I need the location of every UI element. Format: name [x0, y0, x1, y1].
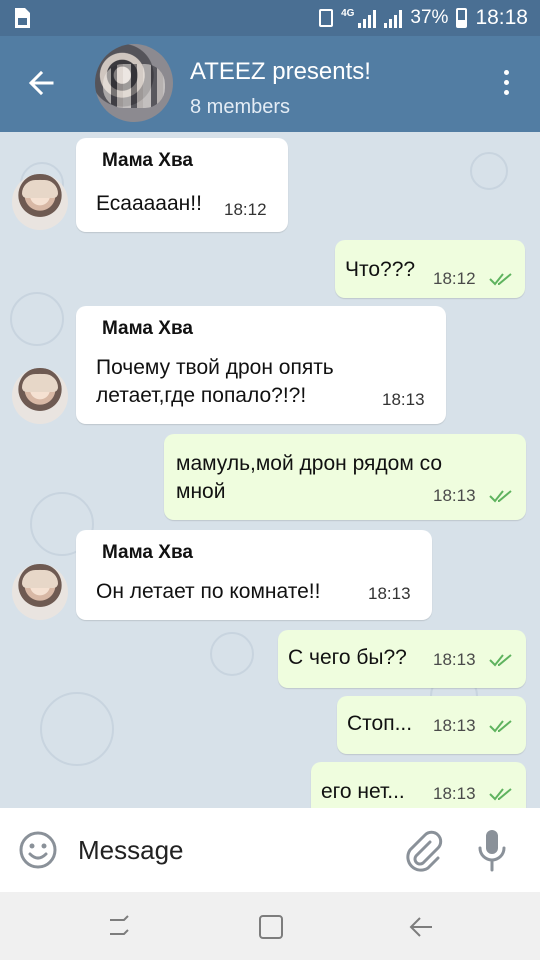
battery-percent: 37% — [410, 7, 449, 28]
signal-icon — [358, 8, 377, 28]
system-navigation-bar — [0, 892, 540, 960]
emoji-icon[interactable] — [18, 830, 58, 870]
message-list[interactable]: Мама Хва Есааааан!! 18:12 Что??? 18:12 М… — [0, 132, 540, 808]
sender-avatar[interactable] — [12, 174, 68, 230]
read-checkmarks-icon — [489, 788, 512, 801]
message-time: 18:12 — [433, 269, 476, 288]
background-doodle — [10, 292, 64, 346]
more-options-icon[interactable] — [500, 70, 512, 98]
outgoing-message[interactable]: С чего бы?? 18:13 — [278, 630, 526, 688]
home-icon[interactable] — [256, 912, 286, 942]
network-type: 4G — [341, 7, 355, 19]
sim-card-icon — [15, 8, 30, 28]
read-checkmarks-icon — [489, 720, 512, 733]
member-count[interactable]: 8 members — [190, 96, 290, 119]
message-text: С чего бы?? — [288, 646, 407, 669]
outgoing-message[interactable]: Что??? 18:12 — [335, 240, 525, 298]
background-doodle — [210, 632, 254, 676]
message-time: 18:13 — [382, 390, 425, 409]
group-avatar[interactable] — [95, 44, 173, 122]
message-time: 18:13 — [368, 584, 411, 603]
background-doodle — [40, 692, 114, 766]
sim-icon — [319, 9, 334, 27]
message-text: его нет... — [321, 780, 405, 803]
recent-apps-icon[interactable] — [104, 912, 134, 942]
sender-name[interactable]: Мама Хва — [102, 318, 193, 340]
status-bar: 4G 37% 18:18 — [0, 0, 540, 36]
message-text: Почему твой дрон опять летает,где попало… — [96, 356, 334, 407]
message-text: Что??? — [345, 258, 416, 281]
sender-avatar[interactable] — [12, 368, 68, 424]
signal-icon-2 — [384, 8, 403, 28]
message-text: Стоп... — [347, 712, 413, 735]
incoming-message[interactable]: Мама Хва Почему твой дрон опять летает,г… — [76, 306, 446, 424]
message-input[interactable]: Message — [78, 830, 184, 870]
read-checkmarks-icon — [489, 273, 512, 286]
outgoing-message[interactable]: его нет... 18:13 — [311, 762, 526, 808]
message-text: Он летает по комнате!! — [96, 580, 321, 603]
incoming-message[interactable]: Мама Хва Есааааан!! 18:12 — [76, 138, 288, 232]
background-doodle — [470, 152, 508, 190]
message-time: 18:12 — [224, 200, 267, 219]
read-checkmarks-icon — [489, 654, 512, 667]
outgoing-message[interactable]: мамуль,мой дрон рядом со мной 18:13 — [164, 434, 526, 520]
chat-header: ATEEZ presents! 8 members — [0, 36, 540, 132]
sender-name[interactable]: Мама Хва — [102, 150, 193, 172]
back-arrow-icon[interactable] — [24, 66, 58, 100]
message-composer: Message — [0, 808, 540, 892]
message-time: 18:13 — [433, 486, 476, 505]
attach-icon[interactable] — [400, 828, 444, 872]
back-icon[interactable] — [406, 912, 436, 942]
read-checkmarks-icon — [489, 490, 512, 503]
sender-name[interactable]: Мама Хва — [102, 542, 193, 564]
message-time: 18:13 — [433, 784, 476, 803]
message-text: мамуль,мой дрон рядом со мной — [176, 452, 443, 503]
incoming-message[interactable]: Мама Хва Он летает по комнате!! 18:13 — [76, 530, 432, 620]
outgoing-message[interactable]: Стоп... 18:13 — [337, 696, 526, 754]
message-time: 18:13 — [433, 716, 476, 735]
clock: 18:18 — [475, 6, 528, 29]
battery-icon — [456, 8, 468, 28]
chat-title[interactable]: ATEEZ presents! — [190, 58, 371, 86]
message-text: Есааааан!! — [96, 192, 202, 215]
microphone-icon[interactable] — [476, 828, 508, 874]
sender-avatar[interactable] — [12, 564, 68, 620]
message-time: 18:13 — [433, 650, 476, 669]
